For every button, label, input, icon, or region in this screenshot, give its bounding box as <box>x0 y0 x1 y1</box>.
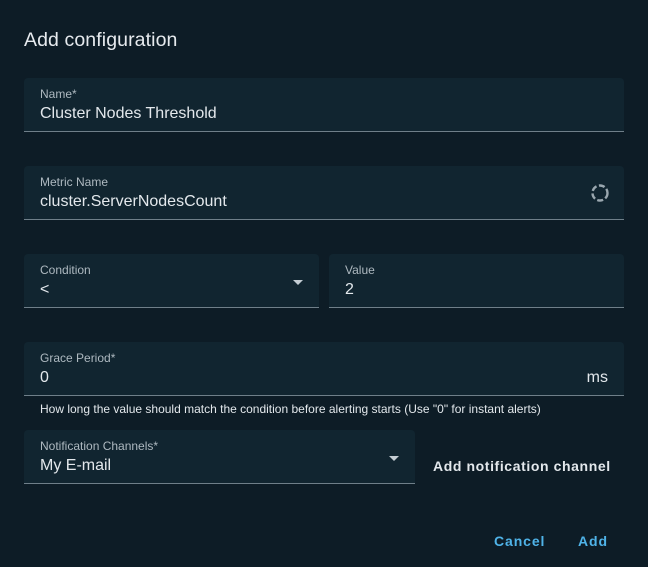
value-input[interactable]: 2 <box>345 281 354 299</box>
add-button[interactable]: Add <box>578 533 608 549</box>
cancel-button[interactable]: Cancel <box>494 533 545 549</box>
value-label: Value <box>345 263 375 277</box>
metric-name-input[interactable]: cluster.ServerNodesCount <box>40 193 227 211</box>
dialog-title: Add configuration <box>24 29 178 51</box>
dropdown-caret-icon <box>293 280 303 285</box>
name-input[interactable]: Cluster Nodes Threshold <box>40 105 217 123</box>
grace-period-unit: ms <box>586 369 608 386</box>
loading-spinner-icon <box>591 184 609 202</box>
condition-value: < <box>40 281 50 298</box>
value-field[interactable]: Value 2 <box>329 254 624 308</box>
add-notification-channel-button[interactable]: Add notification channel <box>433 458 611 474</box>
notification-channels-select[interactable]: Notification Channels* My E-mail <box>24 430 415 484</box>
name-label: Name* <box>40 87 77 101</box>
name-field[interactable]: Name* Cluster Nodes Threshold <box>24 78 624 132</box>
notification-channels-label: Notification Channels* <box>40 439 159 453</box>
metric-name-label: Metric Name <box>40 175 109 189</box>
notification-channels-value: My E-mail <box>40 457 112 474</box>
grace-period-field[interactable]: Grace Period* 0 ms <box>24 342 624 396</box>
dropdown-caret-icon <box>389 456 399 461</box>
condition-label: Condition <box>40 263 91 277</box>
grace-period-input[interactable]: 0 <box>40 369 49 387</box>
add-configuration-dialog: Add configuration Name* Cluster Nodes Th… <box>0 0 648 567</box>
metric-name-field[interactable]: Metric Name cluster.ServerNodesCount <box>24 166 624 220</box>
condition-select[interactable]: Condition < <box>24 254 319 308</box>
grace-period-hint: How long the value should match the cond… <box>40 402 541 416</box>
grace-period-label: Grace Period* <box>40 351 116 365</box>
